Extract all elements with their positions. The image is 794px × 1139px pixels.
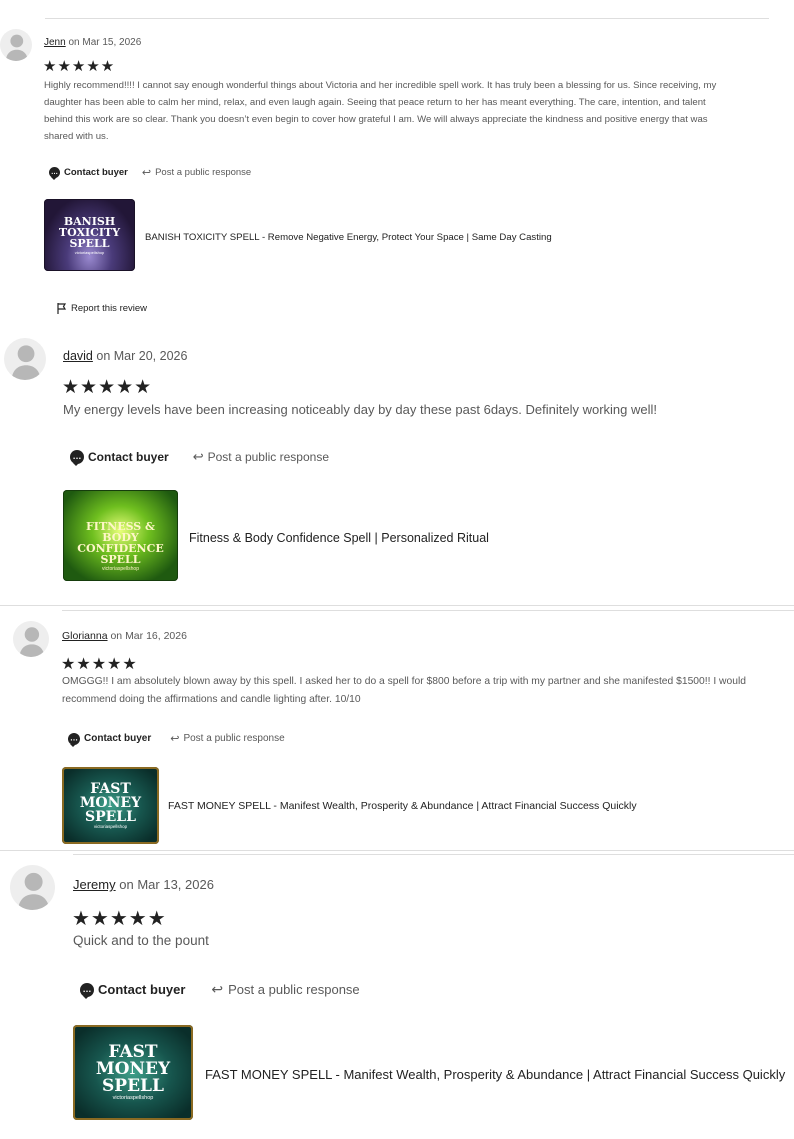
thumb-line: SPELL [85,808,136,825]
person-silhouette-icon [5,34,28,61]
reviewer-name-link[interactable]: david [63,349,93,363]
person-silhouette-icon [19,627,45,657]
product-title-link[interactable]: BANISH TOXICITY SPELL - Remove Negative … [145,232,552,243]
report-review-label: Report this review [71,303,148,314]
report-review-button[interactable]: Report this review [57,303,147,314]
date-prefix: on [110,630,123,642]
review-actions: … Contact buyer ↩ Post a public response [49,166,251,180]
thumb-line: TOXICITY [58,225,121,239]
post-public-response-label: Post a public response [207,450,329,464]
review-meta: Glorianna on Mar 16, 2026 [62,630,187,642]
review-actions: … Contact buyer ↩ Post a public response [80,981,360,999]
thumb-shop-name: victoriaspellshop [93,823,128,829]
review-card: Glorianna on Mar 16, 2026 ★★★★★ OMGGG!! … [0,612,794,850]
star-rating: ★★★★★ [62,377,153,398]
date-prefix: on [68,37,80,48]
review-card: Jeremy on Mar 13, 2026 ★★★★★ Quick and t… [0,856,794,1139]
speech-bubble-icon: … [49,167,60,180]
reviewer-avatar[interactable] [4,338,46,380]
thumb-line: BANISH [63,214,116,228]
post-public-response-button[interactable]: ↩ Post a public response [170,732,284,745]
speech-bubble-icon: … [80,982,94,999]
review-text: My energy levels have been increasing no… [63,402,657,417]
reply-arrow-icon: ↩ [192,449,204,464]
product-thumbnail[interactable]: FAST MONEY SPELL victoriaspellshop [73,1025,193,1120]
thumb-shop-name: victoriaspellshop [74,249,105,255]
review-text: OMGGG!! I am absolutely blown away by th… [62,676,746,705]
thumb-line: FAST [90,780,131,797]
speech-bubble-icon: … [70,450,84,466]
review-date: Mar 20, 2026 [113,349,188,363]
reply-arrow-icon: ↩ [170,733,180,745]
reviewer-avatar[interactable] [10,865,55,910]
product-title-link[interactable]: FAST MONEY SPELL - Manifest Wealth, Pros… [168,800,637,812]
review-meta: david on Mar 20, 2026 [63,349,187,363]
product-thumbnail[interactable]: FAST MONEY SPELL victoriaspellshop [62,767,159,844]
thumb-shop-name: victoriaspellshop [112,1094,154,1101]
reviewer-name-link[interactable]: Glorianna [62,630,108,642]
post-public-response-label: Post a public response [183,733,285,744]
reply-arrow-icon: ↩ [141,167,152,179]
product-title-link[interactable]: FAST MONEY SPELL - Manifest Wealth, Pros… [205,1067,785,1082]
review-actions: … Contact buyer ↩ Post a public response [68,732,285,747]
review-text: Quick and to the pount [73,933,209,948]
product-thumbnail[interactable]: FITNESS & BODY CONFIDENCE SPELL victoria… [63,490,178,581]
post-public-response-button[interactable]: ↩ Post a public response [142,166,251,179]
reviewer-name-link[interactable]: Jeremy [73,877,116,892]
thumb-line: SPELL [100,553,141,566]
review-divider [62,610,794,611]
person-silhouette-icon [17,872,50,910]
review-card: Jenn on Mar 15, 2026 ★★★★★ Highly recomm… [0,0,794,330]
flag-icon [57,303,67,314]
date-prefix: on [96,349,111,363]
thumb-line: SPELL [102,1075,164,1096]
product-title-link[interactable]: Fitness & Body Confidence Spell | Person… [189,531,489,545]
review-date: Mar 15, 2026 [82,37,142,48]
contact-buyer-button[interactable]: … Contact buyer [70,450,169,466]
review-text: Highly recommend!!!! I cannot say enough… [44,80,717,142]
review-date: Mar 16, 2026 [125,630,187,642]
contact-buyer-label: Contact buyer [98,982,186,997]
star-rating: ★★★★★ [61,656,138,673]
review-divider [73,854,794,855]
thumb-line: BODY CONFIDENCE [77,531,164,555]
reply-arrow-icon: ↩ [211,981,224,997]
reviewer-avatar[interactable] [13,621,49,657]
post-public-response-label: Post a public response [228,982,360,997]
thumb-line: MONEY [79,794,142,811]
star-rating: ★★★★★ [43,58,116,75]
person-silhouette-icon [11,345,41,380]
product-thumbnail[interactable]: BANISH TOXICITY SPELL victoriaspellshop [44,199,135,271]
review-meta: Jeremy on Mar 13, 2026 [73,877,214,892]
star-rating: ★★★★★ [72,908,167,930]
thumb-line: SPELL [69,236,110,250]
date-prefix: on [119,877,134,892]
contact-buyer-button[interactable]: … Contact buyer [80,982,186,999]
contact-buyer-label: Contact buyer [88,450,169,464]
review-meta: Jenn on Mar 15, 2026 [44,37,141,48]
review-divider [0,605,794,606]
review-actions: … Contact buyer ↩ Post a public response [70,449,329,466]
post-public-response-label: Post a public response [155,167,252,178]
post-public-response-button[interactable]: ↩ Post a public response [193,449,329,465]
contact-buyer-button[interactable]: … Contact buyer [49,167,128,180]
post-public-response-button[interactable]: ↩ Post a public response [211,981,359,998]
reviewer-avatar[interactable] [0,29,32,61]
review-card: david on Mar 20, 2026 ★★★★★ My energy le… [0,330,794,605]
reviewer-name-link[interactable]: Jenn [44,37,66,48]
thumb-shop-name: victoriaspellshop [102,566,139,572]
contact-buyer-label: Contact buyer [84,733,152,744]
review-divider [0,850,794,851]
contact-buyer-label: Contact buyer [64,167,128,178]
contact-buyer-button[interactable]: … Contact buyer [68,732,152,747]
speech-bubble-icon: … [68,732,80,747]
review-date: Mar 13, 2026 [137,877,214,892]
